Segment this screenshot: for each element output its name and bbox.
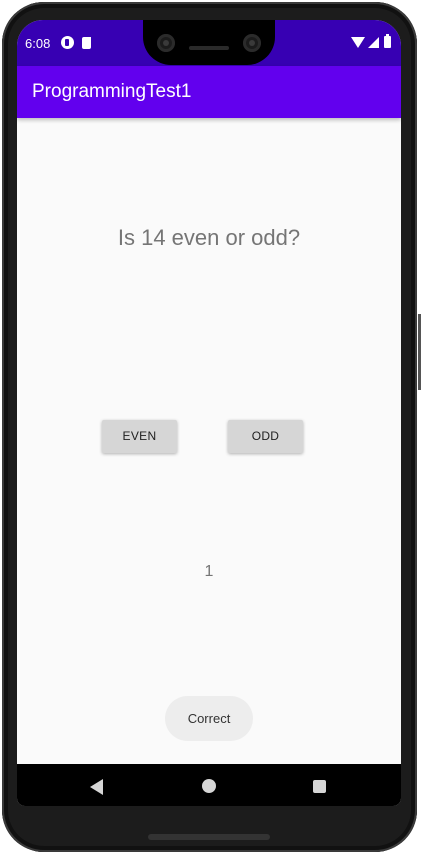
camera-icon <box>243 34 261 52</box>
navigation-bar <box>17 764 401 806</box>
sd-card-icon <box>82 37 91 49</box>
bottom-speaker <box>148 834 270 840</box>
score-text: 1 <box>204 563 214 580</box>
screen: 6:08 ProgrammingTest1 Is 14 even or odd?… <box>17 20 401 806</box>
camera-icon <box>157 34 175 52</box>
status-bar: 6:08 <box>17 20 401 66</box>
home-icon[interactable] <box>202 779 216 793</box>
recents-icon[interactable] <box>313 780 326 793</box>
even-button[interactable]: EVEN <box>102 420 177 453</box>
back-icon[interactable] <box>90 779 103 795</box>
wifi-icon <box>351 37 365 48</box>
app-bar: ProgrammingTest1 <box>17 66 401 118</box>
app-title: ProgrammingTest1 <box>32 81 192 102</box>
device-frame: 6:08 ProgrammingTest1 Is 14 even or odd?… <box>0 0 421 855</box>
notification-app-icon <box>61 36 74 49</box>
camera-notch <box>143 20 275 65</box>
signal-icon <box>368 37 379 48</box>
odd-button[interactable]: ODD <box>228 420 303 453</box>
earpiece-speaker <box>189 46 229 50</box>
toast-message: Correct <box>165 696 253 741</box>
battery-icon <box>384 34 391 48</box>
question-text: Is 14 even or odd? <box>117 225 301 250</box>
status-time: 6:08 <box>25 36 51 51</box>
